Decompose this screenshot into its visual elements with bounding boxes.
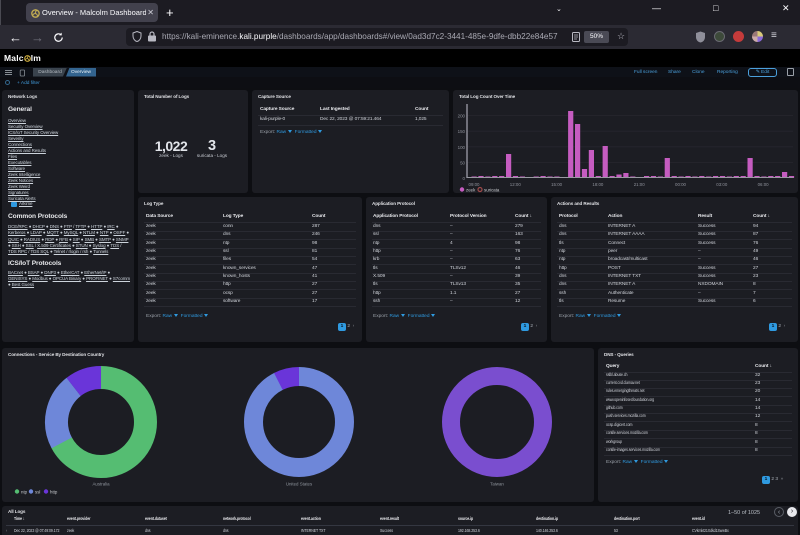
svg-text:http: http <box>50 490 58 495</box>
svg-text:200: 200 <box>458 114 466 119</box>
svg-text:12:00: 12:00 <box>510 182 522 187</box>
svg-text:150: 150 <box>458 129 466 134</box>
svg-text:03:00: 03:00 <box>716 182 728 187</box>
svg-text:Australia: Australia <box>92 482 110 487</box>
svg-text:21:00: 21:00 <box>634 182 646 187</box>
svg-text:zeek: zeek <box>466 188 476 193</box>
svg-text:ntp: ntp <box>21 490 28 495</box>
svg-text:00:00: 00:00 <box>675 182 687 187</box>
svg-text:09:00: 09:00 <box>469 182 481 187</box>
svg-text:15:00: 15:00 <box>551 182 563 187</box>
svg-text:0: 0 <box>463 176 466 181</box>
svg-text:United States: United States <box>286 482 313 487</box>
svg-text:Taiwan: Taiwan <box>490 482 504 487</box>
svg-text:ssl: ssl <box>35 490 40 495</box>
svg-text:06:00: 06:00 <box>758 182 770 187</box>
svg-text:suricata: suricata <box>484 188 500 193</box>
svg-text:50: 50 <box>460 160 465 165</box>
svg-text:18:00: 18:00 <box>592 182 604 187</box>
svg-text:100: 100 <box>458 145 466 150</box>
